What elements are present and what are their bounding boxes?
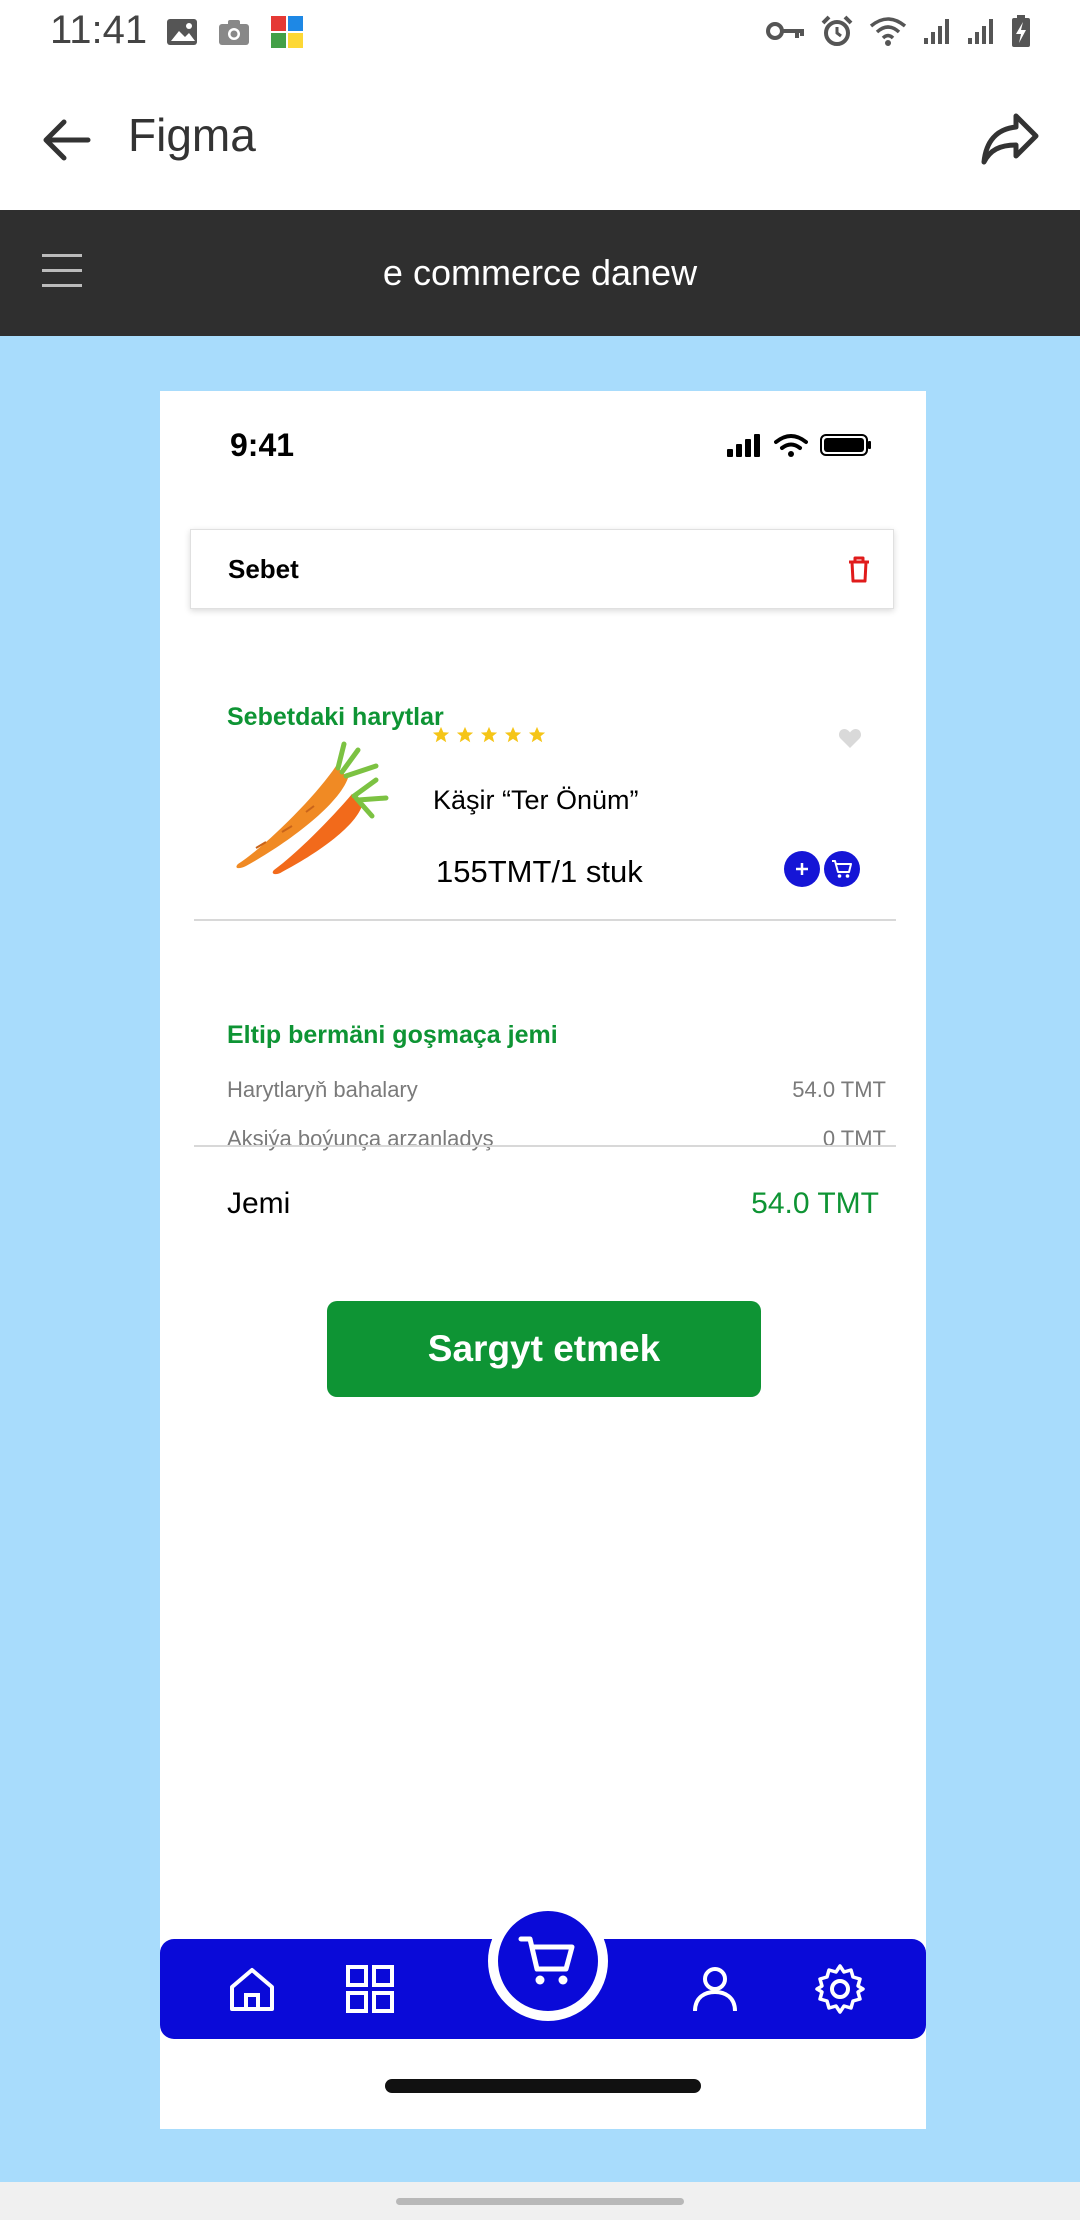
cart-items-section-title: Sebetdaki harytlar bbox=[227, 703, 444, 731]
plus-icon bbox=[796, 863, 808, 875]
cellular-signal-icon bbox=[727, 434, 760, 457]
vpn-key-icon bbox=[766, 22, 804, 40]
android-system-icons bbox=[766, 14, 1032, 48]
home-icon[interactable] bbox=[224, 1961, 280, 2017]
discount-label: Aksiýa boýunça arzanladyş bbox=[227, 1126, 494, 1151]
product-rating-stars bbox=[432, 726, 546, 744]
product-image-carrot bbox=[236, 741, 389, 875]
product-name: Käşir “Ter Önüm” bbox=[433, 785, 639, 815]
figma-file-title: e commerce danew bbox=[382, 252, 698, 293]
grid-icon[interactable] bbox=[342, 1961, 398, 2017]
battery-icon bbox=[820, 434, 871, 456]
arrow-left-icon[interactable] bbox=[36, 108, 100, 172]
share-icon[interactable] bbox=[976, 104, 1044, 172]
discount-value: 0 TMT bbox=[822, 1126, 886, 1151]
signal-icon-2 bbox=[968, 19, 993, 44]
add-quantity-button[interactable] bbox=[784, 851, 820, 887]
trash-icon[interactable] bbox=[845, 554, 873, 584]
android-status-bar: 11:41 bbox=[0, 0, 1080, 68]
star-icon bbox=[456, 726, 474, 743]
items-price-value: 54.0 TMT bbox=[792, 1077, 886, 1102]
android-status-time: 11:41 bbox=[50, 8, 148, 52]
android-gesture-area bbox=[0, 2182, 1080, 2220]
android-notification-icons bbox=[165, 14, 305, 50]
battery-charging-icon bbox=[1012, 15, 1030, 47]
phone-frame: 9:41 Sebet Sebetdaki harytlar Käşir “Ter… bbox=[160, 391, 926, 2129]
cart-icon bbox=[518, 1936, 575, 1985]
delivery-section-title: Eltip bermäni goşmaça jemi bbox=[227, 1021, 558, 1049]
place-order-button[interactable]: Sargyt etmek bbox=[327, 1301, 761, 1397]
star-icon bbox=[528, 726, 546, 743]
gesture-handle[interactable] bbox=[396, 2198, 684, 2205]
cart-nav-button[interactable] bbox=[488, 1901, 608, 2021]
figma-file-header: e commerce danew bbox=[0, 210, 1080, 336]
phone-status-icons bbox=[726, 433, 872, 457]
camera-icon bbox=[219, 20, 249, 45]
add-to-cart-button[interactable] bbox=[824, 851, 860, 887]
signal-icon-1 bbox=[924, 19, 949, 44]
wifi-icon bbox=[869, 17, 907, 46]
items-price-label: Harytlaryň bahalary bbox=[227, 1077, 418, 1102]
gear-icon[interactable] bbox=[812, 1961, 868, 2017]
cart-icon bbox=[832, 860, 852, 878]
app-bar: Figma bbox=[0, 68, 1080, 210]
heart-icon[interactable] bbox=[838, 727, 862, 749]
star-icon bbox=[432, 726, 450, 743]
cart-title: Sebet bbox=[228, 554, 299, 584]
alarm-icon bbox=[821, 15, 853, 46]
app-title: Figma bbox=[128, 109, 256, 161]
star-icon bbox=[504, 726, 522, 743]
prototype-canvas: 9:41 Sebet Sebetdaki harytlar Käşir “Ter… bbox=[0, 336, 1080, 2182]
home-indicator bbox=[385, 2079, 701, 2093]
wifi-icon bbox=[774, 434, 808, 457]
divider bbox=[194, 919, 896, 921]
image-icon bbox=[167, 19, 197, 45]
product-price: 155TMT/1 stuk bbox=[436, 854, 643, 889]
star-icon bbox=[480, 726, 498, 743]
total-label: Jemi bbox=[227, 1187, 291, 1220]
total-value: 54.0 TMT bbox=[751, 1187, 879, 1220]
cart-header: Sebet bbox=[190, 529, 894, 609]
puzzle-app-icon bbox=[271, 16, 303, 48]
phone-status-time: 9:41 bbox=[230, 427, 295, 463]
divider bbox=[194, 1145, 896, 1147]
user-icon[interactable] bbox=[687, 1961, 743, 2017]
